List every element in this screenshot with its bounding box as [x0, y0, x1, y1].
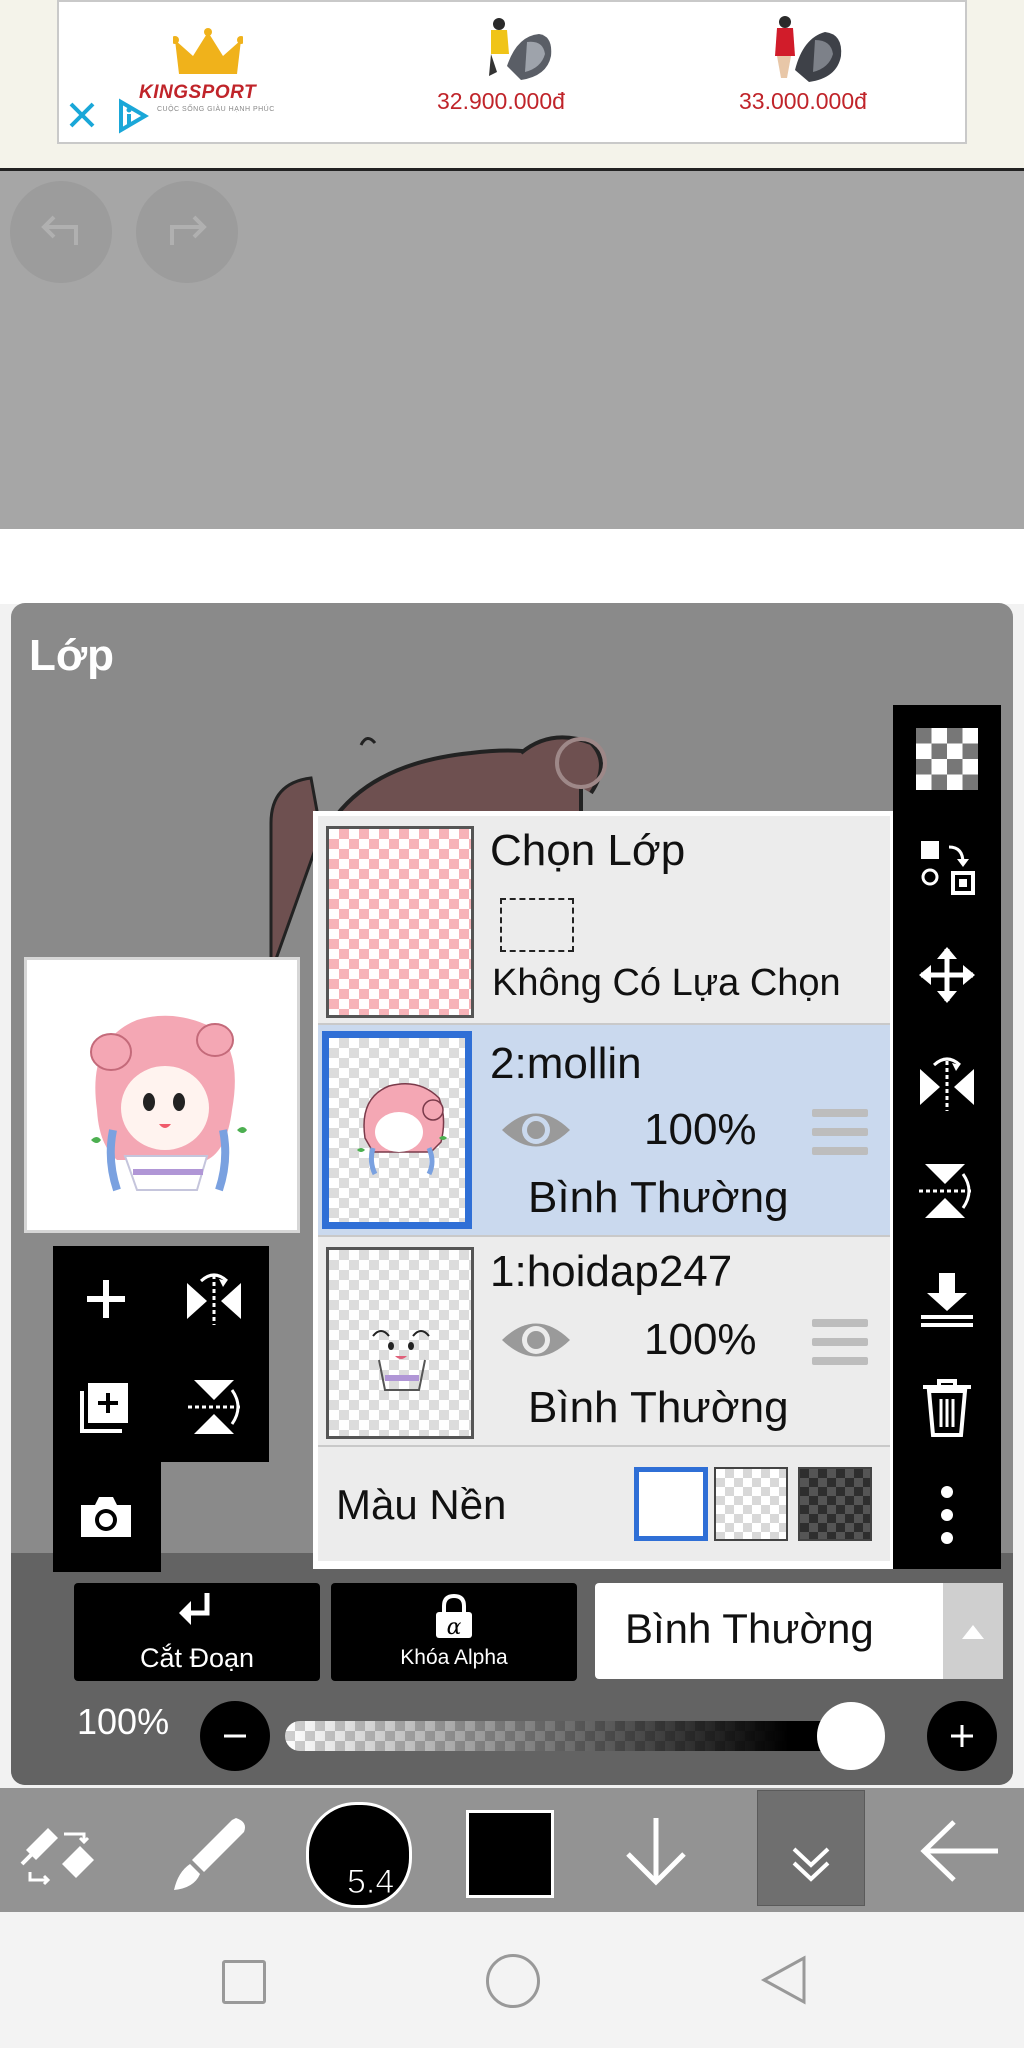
transparency-checker-icon[interactable] [893, 705, 1001, 813]
panel-title: Lớp [29, 631, 115, 680]
kingsport-crown-icon [173, 28, 243, 80]
selection-marquee-icon [500, 898, 574, 952]
svg-text:α: α [447, 1615, 462, 1640]
opacity-label: 100% [77, 1701, 170, 1742]
layer-list: Chọn Lớp Không Có Lựa Chọn 2:mollin 100%… [313, 811, 895, 1569]
blend-mode-value: Bình Thường [625, 1605, 874, 1652]
layer-blend-hoidap247: Bình Thường [528, 1383, 789, 1432]
layer-name-hoidap247: 1:hoidap247 [490, 1247, 733, 1296]
copy-layer-button[interactable] [53, 1354, 159, 1460]
merge-down-icon[interactable] [893, 1245, 1001, 1353]
minus-icon [224, 1734, 246, 1738]
ad-price-2[interactable]: 33.000.000đ [739, 88, 867, 115]
android-nav-bar [0, 1912, 1024, 2048]
layer-opacity-mollin: 100% [644, 1105, 757, 1154]
redo-button[interactable] [136, 181, 238, 283]
layers-panel-toggle[interactable] [757, 1790, 865, 1906]
bg-white-swatch[interactable] [634, 1467, 708, 1541]
recents-square-icon[interactable] [222, 1960, 266, 2004]
drag-handle-icon[interactable] [812, 1319, 868, 1365]
more-options-icon[interactable] [893, 1461, 1001, 1569]
camera-icon[interactable] [53, 1464, 159, 1570]
ad-banner: KINGSPORT CUỘC SỐNG GIÀU HẠNH PHÚC 32.90… [0, 0, 1024, 171]
brush-tool-icon[interactable] [170, 1814, 250, 1894]
opacity-decrease-button[interactable] [200, 1701, 270, 1771]
right-toolbar [893, 705, 1001, 1569]
add-layer-button[interactable] [53, 1246, 159, 1352]
layer-row-mollin[interactable]: 2:mollin 100% Bình Thường [318, 1025, 890, 1237]
transform-tool-icon[interactable] [18, 1814, 102, 1888]
undo-button[interactable] [10, 181, 112, 283]
bg-transparent-swatch[interactable] [714, 1467, 788, 1541]
alpha-lock-label: Khóa Alpha [400, 1646, 508, 1669]
background-color-row: Màu Nền [318, 1447, 890, 1561]
visibility-eye-icon[interactable] [498, 1105, 574, 1155]
ad-brand: KINGSPORT [139, 82, 257, 103]
swap-layers-icon[interactable] [893, 813, 1001, 921]
ad-price-1[interactable]: 32.900.000đ [437, 88, 565, 115]
back-arrow-icon[interactable] [920, 1818, 1002, 1884]
opacity-increase-button[interactable] [927, 1701, 997, 1771]
back-triangle-icon[interactable] [760, 1954, 808, 2006]
flip-horizontal-icon[interactable] [893, 1029, 1001, 1137]
chevron-up-icon[interactable] [943, 1583, 1003, 1679]
color-swatch-button[interactable] [466, 1810, 554, 1898]
alpha-lock-button[interactable]: α Khóa Alpha [331, 1583, 577, 1681]
ad-brand-tagline: CUỘC SỐNG GIÀU HẠNH PHÚC [157, 106, 275, 113]
opacity-slider-knob[interactable] [817, 1702, 885, 1770]
layer-blend-mollin: Bình Thường [528, 1173, 789, 1222]
lock-icon: α [436, 1594, 472, 1640]
layer-opacity-hoidap247: 100% [644, 1315, 757, 1364]
bottom-toolbar: 5.4 [0, 1788, 1024, 1912]
visibility-eye-icon[interactable] [498, 1315, 574, 1365]
flip-vertical-icon[interactable] [893, 1137, 1001, 1245]
canvas-white-strip [0, 529, 1024, 604]
brush-size-button[interactable]: 5.4 [306, 1802, 412, 1908]
selection-layer-row[interactable]: Chọn Lớp Không Có Lựa Chọn [318, 816, 890, 1025]
drag-handle-icon[interactable] [812, 1109, 868, 1155]
clipping-label: Cắt Đoạn [139, 1642, 255, 1673]
plus-icon [951, 1725, 973, 1747]
bg-dark-swatch[interactable] [798, 1467, 872, 1541]
selection-layer-thumbnail [326, 826, 474, 1018]
massage-chair-image-2[interactable] [765, 16, 845, 86]
opacity-slider-track[interactable] [285, 1721, 877, 1751]
background-color-label: Màu Nền [336, 1481, 507, 1528]
layer-row-hoidap247[interactable]: 1:hoidap247 100% Bình Thường [318, 1237, 890, 1447]
clipping-arrow-icon [179, 1592, 210, 1625]
flip-vertical-button[interactable] [161, 1354, 267, 1460]
layer-thumbnail-mollin [322, 1031, 472, 1229]
arrow-down-icon[interactable] [622, 1814, 690, 1888]
trash-icon[interactable] [893, 1353, 1001, 1461]
layer-name-mollin: 2:mollin [490, 1039, 642, 1088]
clipping-button[interactable]: Cắt Đoạn [74, 1583, 320, 1681]
selection-layer-name: Chọn Lớp [490, 826, 686, 875]
layer-preview [24, 957, 300, 1233]
ad-close-icon[interactable] [67, 100, 97, 130]
blend-mode-select[interactable]: Bình Thường [595, 1583, 1003, 1679]
home-circle-icon[interactable] [486, 1954, 540, 2008]
move-icon[interactable] [893, 921, 1001, 1029]
layer-panel: Lớp Chọn Lớp Không Có Lựa Chọn 2:mollin … [11, 603, 1013, 1785]
layer-thumbnail-hoidap247 [326, 1247, 474, 1439]
flip-horizontal-button[interactable] [161, 1246, 267, 1352]
massage-chair-image-1[interactable] [477, 16, 557, 86]
ad-box[interactable]: KINGSPORT CUỘC SỐNG GIÀU HẠNH PHÚC 32.90… [57, 0, 967, 144]
chevron-double-down-icon [792, 1847, 830, 1882]
brush-size-value: 5.4 [346, 1863, 395, 1902]
canvas-area[interactable] [0, 171, 1024, 529]
selection-status: Không Có Lựa Chọn [492, 962, 841, 1004]
